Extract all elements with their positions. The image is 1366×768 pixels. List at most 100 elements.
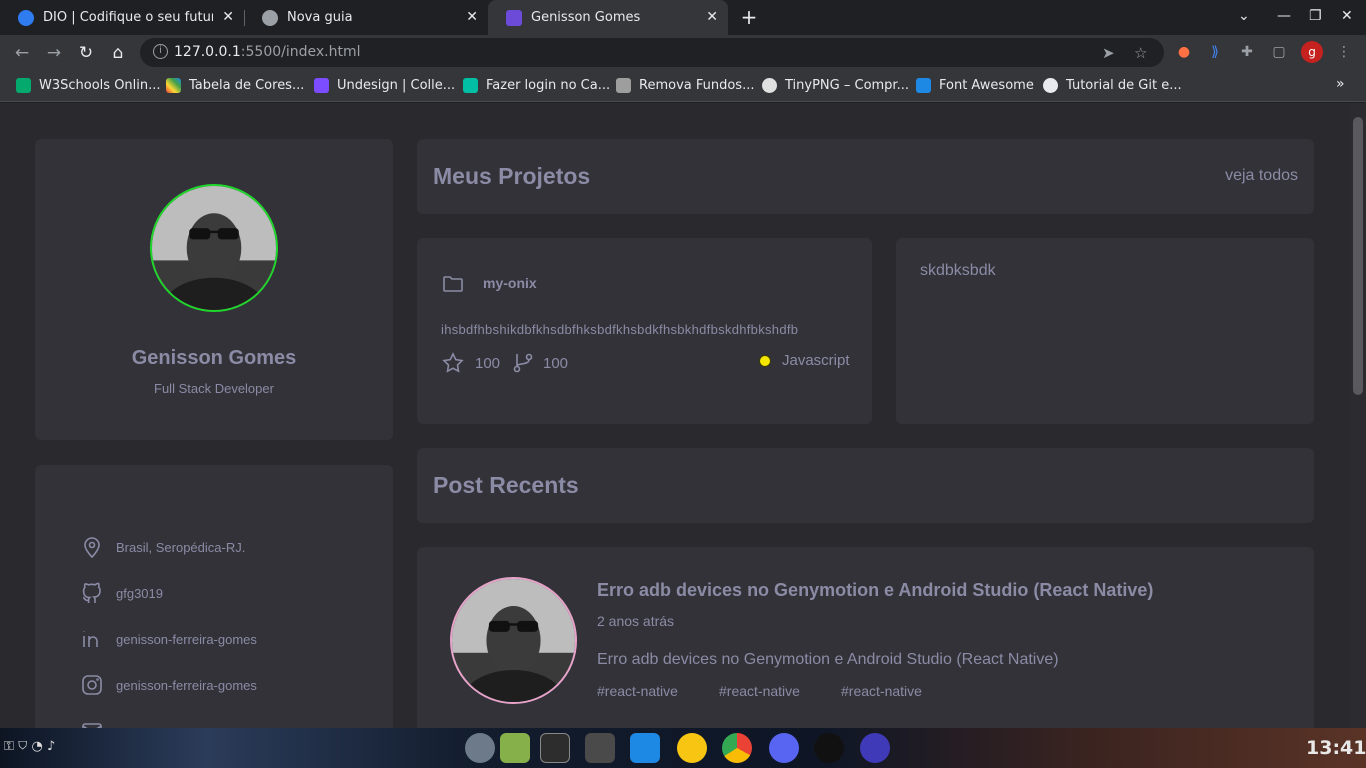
bookmark-item[interactable]: W3Schools Onlin... xyxy=(16,78,161,93)
desktop-taskbar: ⚿ ⛉ ◔ ♪ 13:41 xyxy=(0,728,1366,768)
chevron-right-icon[interactable]: » xyxy=(1336,76,1345,92)
bookmark-item[interactable]: Tutorial de Git e... xyxy=(1043,78,1182,93)
post-date: 2 anos atrás xyxy=(597,613,675,629)
close-icon[interactable]: ✕ xyxy=(466,9,478,25)
address-bar[interactable]: i 127.0.0.1:5500/index.html ➤ ☆ xyxy=(140,38,1164,67)
restore-icon[interactable]: ❐ xyxy=(1309,8,1322,24)
post-tag[interactable]: #react-native xyxy=(719,683,800,699)
close-window-icon[interactable]: ✕ xyxy=(1341,8,1353,24)
email-row[interactable] xyxy=(80,719,116,728)
repo-forks: 100 xyxy=(511,351,568,375)
extension-icon[interactable]: ● xyxy=(1175,43,1193,61)
mint-menu-icon[interactable] xyxy=(465,733,495,763)
remove-bg-icon xyxy=(616,78,631,93)
chrome-icon xyxy=(262,9,278,26)
linkedin-icon xyxy=(83,631,98,647)
git-branch-icon xyxy=(513,353,533,373)
puzzle-icon[interactable]: ✚ xyxy=(1238,43,1256,61)
projects-header: Meus Projetos veja todos xyxy=(417,139,1314,214)
bookmark-item[interactable]: TinyPNG – Compr... xyxy=(762,78,909,93)
linkedin-text: genisson-ferreira-gomes xyxy=(116,631,257,647)
page-icon xyxy=(506,9,522,26)
instagram-text: genisson-ferreira-gomes xyxy=(116,677,257,693)
send-icon[interactable]: ➤ xyxy=(1102,44,1115,62)
system-tray-icons[interactable]: ⚿ ⛉ ◔ ♪ xyxy=(4,739,55,754)
info-icon[interactable]: i xyxy=(153,44,168,59)
chevron-down-icon[interactable]: ⌄ xyxy=(1238,8,1250,24)
post-tag[interactable]: #react-native xyxy=(841,683,922,699)
forward-icon[interactable]: → xyxy=(43,42,65,64)
reload-icon[interactable]: ↻ xyxy=(75,42,97,64)
instagram-row[interactable]: genisson-ferreira-gomes xyxy=(80,673,257,697)
discord-icon[interactable] xyxy=(769,733,799,763)
repo-stars: 100 xyxy=(441,351,500,375)
side-panel-icon[interactable]: ▢ xyxy=(1270,43,1288,61)
projects-title: Meus Projetos xyxy=(433,163,591,189)
stars-count: 100 xyxy=(475,354,501,372)
tab-title: DIO | Codifique o seu futuro g xyxy=(43,10,213,25)
page-scrollbar[interactable] xyxy=(1350,103,1366,728)
undesign-icon xyxy=(314,78,329,93)
url-text: 127.0.0.1:5500/index.html xyxy=(174,44,361,60)
mail-icon xyxy=(82,723,102,728)
scrollbar-thumb[interactable] xyxy=(1353,117,1363,395)
tab-dio[interactable]: DIO | Codifique o seu futuro g ✕ xyxy=(0,0,244,35)
bookmark-item[interactable]: Font Awesome xyxy=(916,78,1034,93)
files-icon[interactable] xyxy=(500,733,530,763)
page-content: Genisson Gomes Full Stack Developer Bras… xyxy=(0,103,1350,728)
github-icon xyxy=(82,582,101,603)
star-icon[interactable]: ☆ xyxy=(1134,44,1147,62)
vscode-icon[interactable] xyxy=(630,733,660,763)
github-text: gfg3019 xyxy=(116,585,163,601)
bookmark-item[interactable]: Remova Fundos... xyxy=(616,78,754,93)
back-icon[interactable]: ← xyxy=(11,42,33,64)
clock: 13:41 xyxy=(1306,737,1366,759)
profile-role: Full Stack Developer xyxy=(154,381,274,396)
bookmark-item[interactable]: Tabela de Cores... xyxy=(166,78,304,93)
chrome-taskbar-icon[interactable] xyxy=(722,733,752,763)
new-tab-button[interactable]: + xyxy=(738,6,760,28)
forks-count: 100 xyxy=(543,354,569,372)
menu-icon[interactable]: ⋮ xyxy=(1335,43,1353,61)
close-icon[interactable]: ✕ xyxy=(222,9,234,25)
map-pin-icon xyxy=(84,537,100,559)
post-title[interactable]: Erro adb devices no Genymotion e Android… xyxy=(597,580,1153,601)
close-icon[interactable]: ✕ xyxy=(706,9,718,25)
profile-avatar[interactable]: g xyxy=(1301,41,1323,63)
canva-icon xyxy=(463,78,478,93)
bookmarks-bar: W3Schools Onlin... Tabela de Cores... Un… xyxy=(0,70,1366,102)
star-icon xyxy=(442,352,464,373)
posts-title: Post Recents xyxy=(433,472,579,498)
bookmark-item[interactable]: Fazer login no Ca... xyxy=(463,78,610,93)
github-row[interactable]: gfg3019 xyxy=(80,581,163,605)
wifi-extension-icon[interactable]: ⟫ xyxy=(1206,43,1224,61)
tinypng-icon xyxy=(762,78,777,93)
repo-language: Javascript xyxy=(759,352,850,369)
github-icon xyxy=(1043,78,1058,93)
beekeeper-icon[interactable] xyxy=(677,733,707,763)
tab-title: Genisson Gomes xyxy=(531,10,641,25)
home-icon[interactable]: ⌂ xyxy=(107,42,129,64)
avatar-photo xyxy=(152,186,276,310)
profile-card: Genisson Gomes Full Stack Developer xyxy=(35,139,393,440)
minimize-icon[interactable]: — xyxy=(1277,8,1291,24)
avatar xyxy=(150,184,278,312)
post-body: Erro adb devices no Genymotion e Android… xyxy=(597,651,1059,668)
repo-card[interactable]: skdbksbdk xyxy=(896,238,1314,424)
avatar-photo xyxy=(452,579,575,702)
post-tag[interactable]: #react-native xyxy=(597,683,678,699)
workspace-icon[interactable] xyxy=(585,733,615,763)
repo-card[interactable]: my-onix ihsbdfhbshikdbfkhsdbfhksbdfkhsbd… xyxy=(417,238,872,424)
eclipse-icon[interactable] xyxy=(860,733,890,763)
terminal-icon[interactable] xyxy=(540,733,570,763)
linkedin-row[interactable]: genisson-ferreira-gomes xyxy=(80,627,257,651)
repo-description: ihsbdfhbshikdbfkhsdbfhksbdfkhsbdkfhsbkhd… xyxy=(441,322,799,337)
tab-genisson[interactable]: Genisson Gomes ✕ xyxy=(488,0,728,35)
flag-icon xyxy=(916,78,931,93)
post-card[interactable]: Erro adb devices no Genymotion e Android… xyxy=(417,547,1314,728)
bookmark-item[interactable]: Undesign | Colle... xyxy=(314,78,455,93)
tab-new[interactable]: Nova guia ✕ xyxy=(244,0,488,35)
repo-name: my-onix xyxy=(483,275,537,291)
tiktok-icon[interactable] xyxy=(814,733,844,763)
view-all-link[interactable]: veja todos xyxy=(1225,167,1298,185)
